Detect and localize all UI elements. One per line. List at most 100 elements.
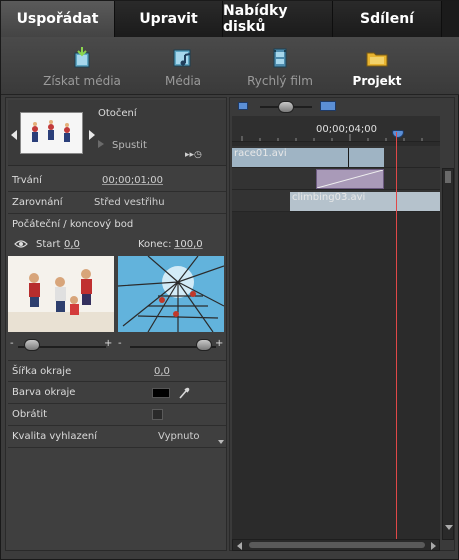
get-media-button[interactable]: Získat média xyxy=(37,41,127,93)
play-label[interactable]: Spustit xyxy=(112,140,147,151)
anti-alias-value[interactable]: Vypnuto xyxy=(158,431,200,442)
eye-icon[interactable] xyxy=(14,239,28,249)
tab-organize-label: Uspořádat xyxy=(16,11,99,27)
play-triangle-icon[interactable] xyxy=(98,140,104,148)
start-label: Start xyxy=(36,239,61,250)
app-window: Uspořádat Upravit Nabídky disků Sdílení … xyxy=(0,0,459,560)
get-media-label: Získat média xyxy=(43,74,121,88)
toolbar: Získat média Média Rychlý film Projekt xyxy=(1,37,459,95)
start-end-label: Počáteční / koncový bod xyxy=(12,219,134,230)
transition-diagonal-icon xyxy=(316,169,384,189)
start-preview-image xyxy=(8,256,114,332)
border-width-label: Šířka okraje xyxy=(12,366,72,377)
quick-movie-icon xyxy=(273,48,287,68)
reverse-checkbox[interactable] xyxy=(152,409,163,420)
loop-controls-icon[interactable]: ▸▸◷ xyxy=(185,150,202,160)
end-slider-minus[interactable]: - xyxy=(118,338,122,349)
end-preview-image xyxy=(118,256,224,332)
scroll-left-icon[interactable] xyxy=(237,542,242,550)
timeline-tracks: race01.avi climbing03.avi xyxy=(232,142,440,540)
clip-climbing03[interactable]: climbing03.avi xyxy=(290,192,440,211)
zoom-in-icon[interactable] xyxy=(320,101,336,111)
playhead-line[interactable] xyxy=(396,132,397,540)
alignment-label: Zarovnání xyxy=(12,197,63,208)
track-1: race01.avi xyxy=(232,146,440,168)
transition-preview-area: Otočení Spustit ▸▸◷ xyxy=(8,100,226,166)
properties-panel: Otočení Spustit ▸▸◷ Trvání 00;00;01;00 Z… xyxy=(5,97,227,551)
start-end-sliders: - + - + xyxy=(8,338,226,354)
tab-edit-label: Upravit xyxy=(139,11,198,27)
project-label: Projekt xyxy=(352,74,402,88)
tab-share[interactable]: Sdílení xyxy=(333,1,442,37)
clip-race01-label: race01.avi xyxy=(234,148,287,159)
horizontal-scroll-thumb[interactable] xyxy=(249,542,425,548)
tab-disc-menus-label: Nabídky disků xyxy=(223,3,288,35)
transition-name: Otočení xyxy=(98,108,137,119)
transition-clip[interactable] xyxy=(316,169,384,189)
scroll-down-icon[interactable] xyxy=(445,525,453,530)
tab-organize[interactable]: Uspořádat xyxy=(1,1,115,37)
start-slider-plus[interactable]: + xyxy=(104,338,112,349)
tab-disc-menus[interactable]: Nabídky disků xyxy=(223,1,333,37)
reverse-label: Obrátit xyxy=(12,409,48,420)
end-preview-graphic xyxy=(118,256,224,332)
zoom-out-icon[interactable] xyxy=(238,102,248,110)
preview-left-arrow-icon[interactable] xyxy=(11,130,17,140)
border-color-swatch[interactable] xyxy=(152,388,170,398)
border-color-row: Barva okraje xyxy=(8,382,226,404)
duration-value[interactable]: 00;00;01;00 xyxy=(102,175,163,186)
clip-race01[interactable]: race01.avi xyxy=(232,148,384,167)
anti-alias-dropdown-icon[interactable] xyxy=(218,440,224,444)
preview-right-arrow-icon[interactable] xyxy=(89,130,95,140)
project-button[interactable]: Projekt xyxy=(349,41,405,93)
start-preview-graphic xyxy=(8,256,114,332)
quick-movie-label: Rychlý film xyxy=(247,74,313,88)
tab-edit[interactable]: Upravit xyxy=(115,1,223,37)
scroll-right-icon[interactable] xyxy=(431,542,436,550)
tab-bar: Uspořádat Upravit Nabídky disků Sdílení xyxy=(1,1,459,37)
border-color-label: Barva okraje xyxy=(12,387,76,398)
zoom-controls xyxy=(232,98,454,116)
clip-climbing03-label: climbing03.avi xyxy=(292,192,366,203)
media-label: Média xyxy=(164,74,202,88)
quick-movie-button[interactable]: Rychlý film xyxy=(237,41,323,93)
alignment-row: Zarovnání Střed vestřihu xyxy=(8,192,226,214)
zoom-slider-knob[interactable] xyxy=(278,101,294,113)
project-folder-icon xyxy=(366,52,388,67)
reverse-row: Obrátit xyxy=(8,404,226,426)
end-value[interactable]: 100,0 xyxy=(174,239,203,250)
start-end-previews xyxy=(8,256,226,332)
horizontal-scrollbar[interactable] xyxy=(232,539,440,551)
vertical-scroll-thumb[interactable] xyxy=(445,171,451,183)
tab-overflow xyxy=(442,1,459,37)
end-label: Konec: xyxy=(138,239,172,250)
end-slider-plus[interactable]: + xyxy=(215,338,223,349)
tab-share-label: Sdílení xyxy=(360,11,414,27)
border-width-value[interactable]: 0,0 xyxy=(154,366,170,377)
transition-thumbnail xyxy=(20,112,83,154)
alignment-value[interactable]: Střed vestřihu xyxy=(94,197,165,208)
timeline-ruler[interactable]: 00;00;04;00 xyxy=(232,116,440,142)
end-slider-knob[interactable] xyxy=(196,339,212,351)
start-end-header-row: Počáteční / koncový bod xyxy=(8,214,226,236)
get-media-icon xyxy=(74,47,90,68)
clip-boundary-line xyxy=(348,148,349,167)
track-3: climbing03.avi xyxy=(232,190,440,212)
media-button[interactable]: Média xyxy=(157,41,209,93)
timeline-panel: 00;00;04;00 race01.avi climbing03.avi xyxy=(229,97,455,551)
ruler-timecode: 00;00;04;00 xyxy=(316,124,378,135)
start-slider-minus[interactable]: - xyxy=(10,338,14,349)
border-width-row: Šířka okraje 0,0 xyxy=(8,360,226,382)
duration-label: Trvání xyxy=(12,175,42,186)
vertical-scrollbar[interactable] xyxy=(442,168,454,540)
media-icon xyxy=(173,49,191,67)
transition-thumbnail-image xyxy=(21,113,82,153)
anti-alias-row: Kvalita vyhlazení Vypnuto xyxy=(8,426,226,448)
eyedropper-icon[interactable] xyxy=(178,386,190,400)
start-slider-knob[interactable] xyxy=(24,339,40,351)
anti-alias-label: Kvalita vyhlazení xyxy=(12,431,97,442)
start-value[interactable]: 0,0 xyxy=(64,239,80,250)
start-end-values-row: Start 0,0 Konec: 100,0 xyxy=(8,236,226,254)
track-2 xyxy=(232,168,440,190)
duration-row: Trvání 00;00;01;00 xyxy=(8,170,226,192)
